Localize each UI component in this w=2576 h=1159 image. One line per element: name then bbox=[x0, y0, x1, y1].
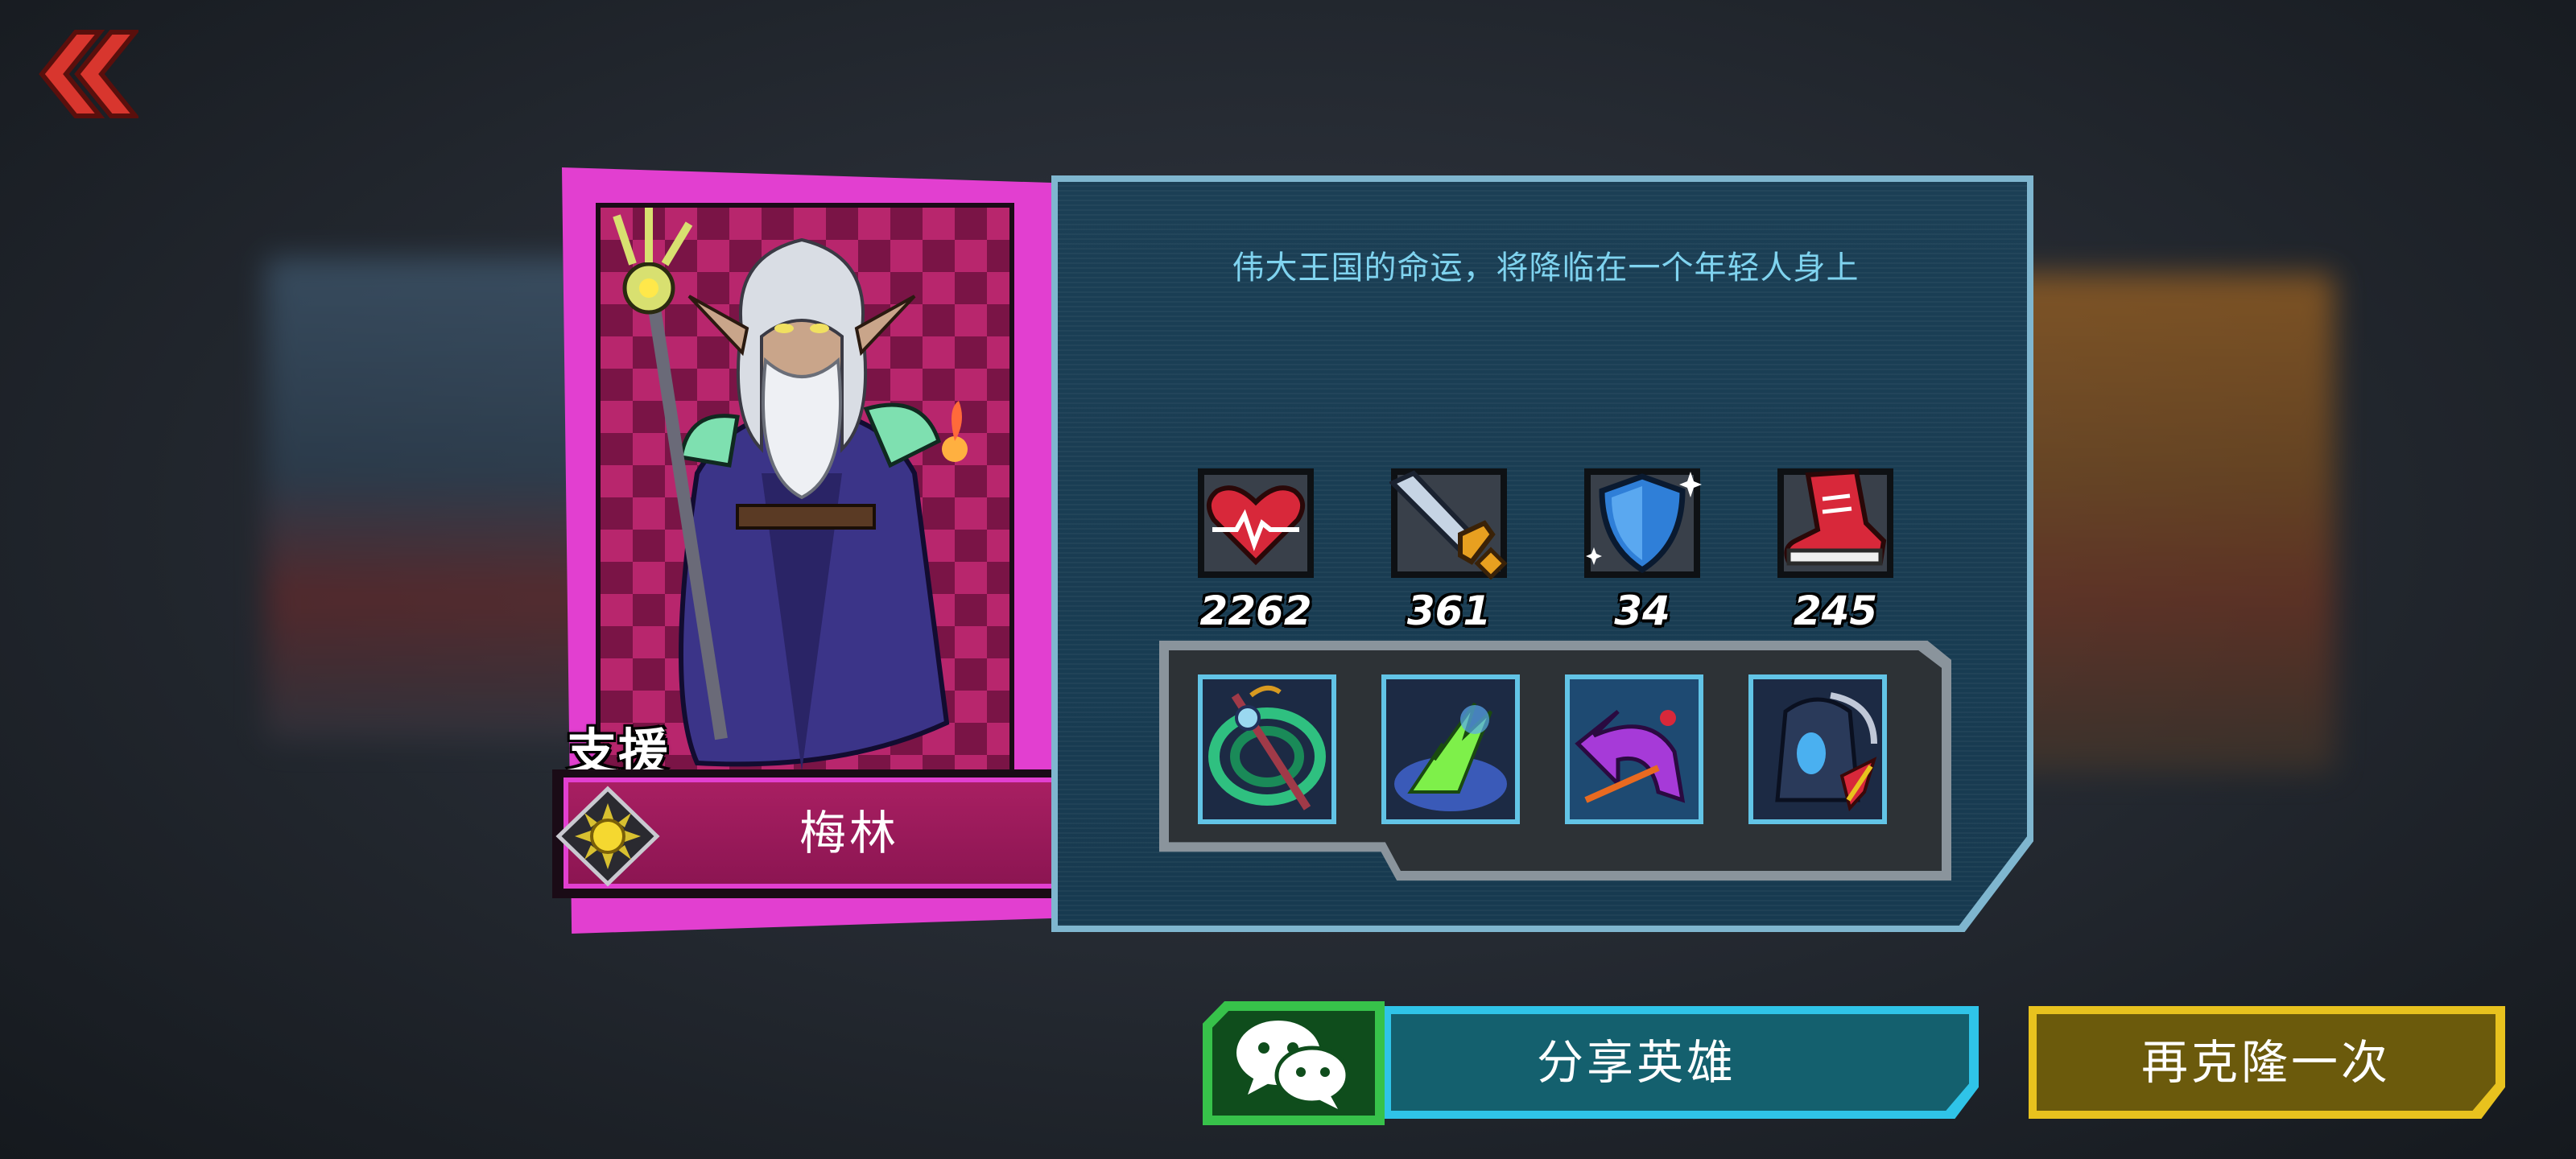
background-hero-card-blurred bbox=[1996, 274, 2334, 773]
sword-attack-icon bbox=[1389, 468, 1508, 580]
skill-slot-2[interactable] bbox=[1381, 674, 1520, 824]
stat-health-value: 2262 bbox=[1199, 588, 1312, 634]
back-double-chevron-icon bbox=[39, 30, 141, 118]
share-hero-label: 分享英雄 bbox=[1536, 1035, 1736, 1090]
back-button[interactable] bbox=[34, 29, 141, 119]
stat-speed: 245 bbox=[1755, 467, 1916, 634]
stat-defense: 34 bbox=[1562, 467, 1723, 634]
staff-vortex-skill-icon bbox=[1203, 679, 1331, 819]
wechat-share-button-fill bbox=[1212, 1011, 1375, 1116]
sun-role-icon bbox=[555, 786, 660, 887]
hero-reveal-screen: 支援 梅林 伟大王国的命运，将降临在一个年轻人身上 2262 361 34 24… bbox=[0, 0, 2576, 1159]
hero-name: 梅林 bbox=[799, 806, 899, 860]
hero-portrait bbox=[596, 203, 1014, 774]
heart-health-icon bbox=[1198, 468, 1314, 578]
skill-slot-3[interactable] bbox=[1565, 674, 1703, 824]
stat-defense-value: 34 bbox=[1614, 588, 1670, 634]
skill-slot-4[interactable] bbox=[1748, 674, 1887, 824]
wizard-portrait-illustration bbox=[613, 208, 968, 769]
stat-attack: 361 bbox=[1368, 467, 1530, 634]
stat-speed-value: 245 bbox=[1793, 588, 1878, 634]
green-lightning-skill-icon bbox=[1386, 679, 1515, 819]
sneaker-speed-icon bbox=[1777, 468, 1893, 578]
clone-again-label: 再克隆一次 bbox=[2140, 1035, 2391, 1090]
stat-health: 2262 bbox=[1175, 467, 1336, 634]
skill-slot-1[interactable] bbox=[1198, 674, 1336, 824]
stat-attack-value: 361 bbox=[1406, 588, 1492, 634]
reaper-ghost-skill-icon bbox=[1753, 679, 1882, 819]
wechat-icon bbox=[1236, 1021, 1350, 1109]
purple-arrow-skill-icon bbox=[1570, 679, 1699, 819]
hero-quote: 伟大王国的命运，将降临在一个年轻人身上 bbox=[1232, 250, 1860, 287]
shield-defense-icon bbox=[1584, 468, 1702, 578]
background-hero-card-blurred bbox=[266, 258, 612, 740]
